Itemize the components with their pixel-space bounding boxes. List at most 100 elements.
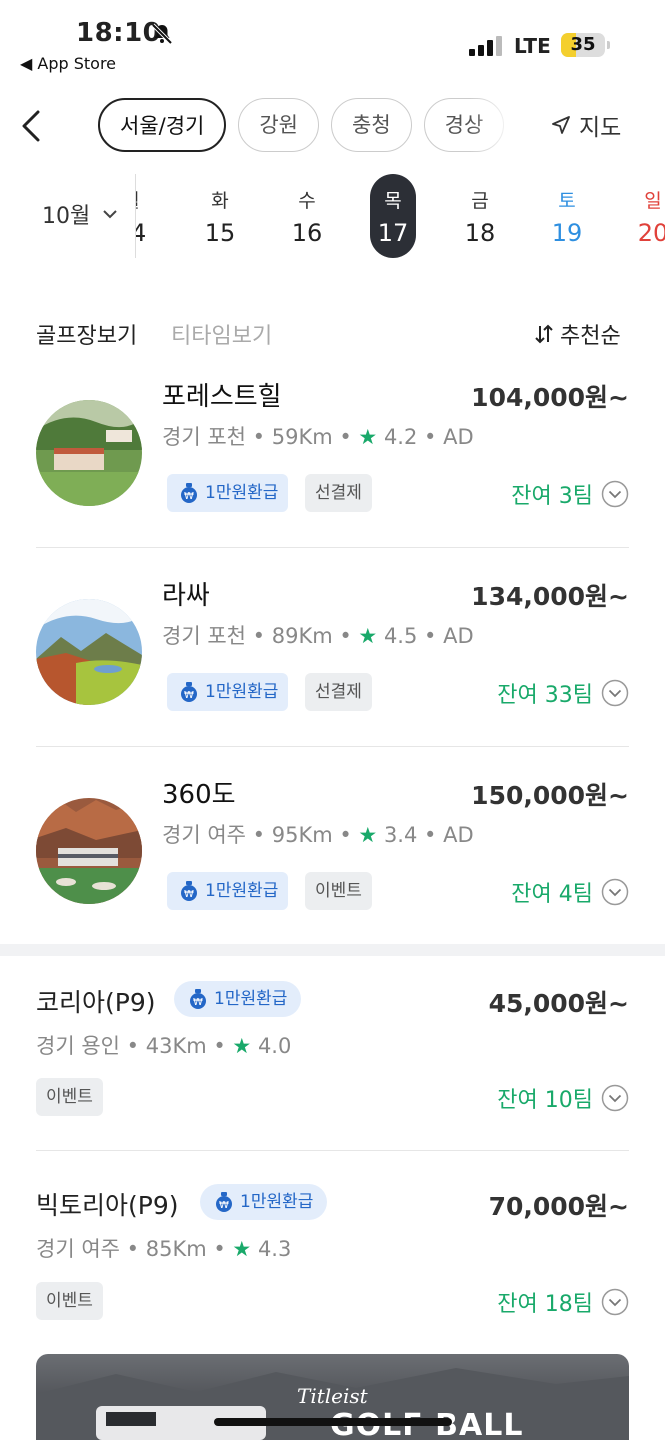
day-of-week: 일 xyxy=(644,190,662,212)
sort-label: 추천순 xyxy=(560,324,621,349)
date-item-sunday[interactable]: 일 20 xyxy=(630,174,665,258)
date-item[interactable]: 금 18 xyxy=(457,174,503,258)
banner-brand: Titleist xyxy=(297,1384,368,1408)
status-time: 18:10 xyxy=(76,18,162,48)
course-name: 라싸 xyxy=(162,581,210,611)
refund-badge: ₩ 1만원환급 xyxy=(167,872,289,910)
day-of-week: 화 xyxy=(211,190,229,212)
date-item-selected[interactable]: 목 17 xyxy=(370,174,416,258)
cellular-signal-icon xyxy=(469,36,502,56)
map-button[interactable]: 지도 xyxy=(551,108,621,142)
divider xyxy=(36,1150,629,1151)
date-item[interactable]: 화 15 xyxy=(197,174,243,258)
tag-badge: 선결제 xyxy=(305,673,372,711)
back-chevron-icon[interactable] xyxy=(18,106,48,146)
day-of-week: 토 xyxy=(558,190,576,212)
svg-text:₩: ₩ xyxy=(193,997,203,1008)
refund-badge: ₩ 1만원환급 xyxy=(200,1184,328,1220)
course-rating: 4.5 xyxy=(383,624,418,648)
divider xyxy=(36,746,629,747)
course-thumbnail xyxy=(36,599,142,705)
availability-label: 잔여 3팀 xyxy=(511,484,593,509)
sort-button[interactable]: 추천순 xyxy=(533,318,621,350)
availability-label: 잔여 33팀 xyxy=(497,683,593,708)
course-distance: 95Km xyxy=(271,823,333,847)
availability[interactable]: 잔여 10팀 xyxy=(497,1082,629,1114)
course-rating: 3.4 xyxy=(383,823,418,847)
coin-icon: ₩ xyxy=(181,682,197,702)
svg-text:₩: ₩ xyxy=(184,491,194,502)
tag-badge: 이벤트 xyxy=(305,872,372,910)
course-price: 70,000원~ xyxy=(488,1192,629,1221)
day-number: 17 xyxy=(377,219,409,247)
expand-chevron-icon xyxy=(601,878,629,906)
day-of-week: 수 xyxy=(298,190,316,212)
refund-badge: ₩ 1만원환급 xyxy=(167,673,289,711)
course-price: 150,000원~ xyxy=(471,781,629,810)
course-meta: 경기 용인 • 43Km • ★ 4.0 xyxy=(36,1034,292,1058)
course-price: 45,000원~ xyxy=(488,989,629,1018)
tab-golf-courses[interactable]: 골프장보기 xyxy=(36,318,137,350)
refund-badge: ₩ 1만원환급 xyxy=(174,981,302,1017)
course-rating: 4.2 xyxy=(383,425,418,449)
expand-chevron-icon xyxy=(601,1288,629,1316)
tab-tee-times[interactable]: 티타임보기 xyxy=(171,318,272,350)
expand-chevron-icon xyxy=(601,480,629,508)
svg-text:₩: ₩ xyxy=(219,1200,229,1211)
section-separator xyxy=(0,944,665,956)
day-number: 18 xyxy=(464,219,496,247)
date-item[interactable]: 수 16 xyxy=(284,174,330,258)
availability[interactable]: 잔여 3팀 xyxy=(511,478,629,510)
availability[interactable]: 잔여 18팀 xyxy=(497,1286,629,1318)
ad-label: AD xyxy=(443,624,474,648)
expand-chevron-icon xyxy=(601,679,629,707)
course-meta: 경기 포천 • 59Km • ★ 4.2 • AD xyxy=(162,425,474,449)
course-region: 경기 여주 xyxy=(36,1237,120,1261)
battery-icon: 35 xyxy=(561,33,611,57)
course-meta: 경기 여주 • 85Km • ★ 4.3 xyxy=(36,1237,292,1261)
region-chip-chungcheong[interactable]: 충청 xyxy=(331,98,412,152)
chevron-down-icon xyxy=(103,210,117,219)
refund-badge: ₩ 1만원환급 xyxy=(167,474,289,512)
availability-label: 잔여 18팀 xyxy=(497,1292,593,1317)
refund-label: 1만원환급 xyxy=(205,881,279,901)
coin-icon: ₩ xyxy=(216,1192,232,1212)
availability-label: 잔여 10팀 xyxy=(497,1088,593,1113)
month-selector[interactable]: 10월 xyxy=(42,198,118,230)
chips-fade-overlay xyxy=(470,98,530,154)
day-of-week: 목 xyxy=(384,190,402,212)
refund-label: 1만원환급 xyxy=(205,483,279,503)
course-region: 경기 포천 xyxy=(162,624,246,648)
map-label: 지도 xyxy=(579,115,622,141)
expand-chevron-icon xyxy=(601,1084,629,1112)
region-chip-gangwon[interactable]: 강원 xyxy=(238,98,319,152)
divider xyxy=(36,547,629,548)
availability[interactable]: 잔여 33팀 xyxy=(497,677,629,709)
course-region: 경기 여주 xyxy=(162,823,246,847)
date-item[interactable]: 월 14 xyxy=(136,174,154,258)
day-number: 20 xyxy=(637,219,665,247)
course-name: 빅토리아(P9) xyxy=(36,1191,179,1220)
course-name: 코리아(P9) xyxy=(36,988,156,1017)
course-price: 104,000원~ xyxy=(471,383,629,412)
svg-text:₩: ₩ xyxy=(184,889,194,900)
refund-label: 1만원환급 xyxy=(240,1192,314,1212)
svg-text:₩: ₩ xyxy=(184,690,194,701)
course-price: 134,000원~ xyxy=(471,582,629,611)
course-distance: 89Km xyxy=(271,624,333,648)
refund-label: 1만원환급 xyxy=(214,989,288,1009)
availability[interactable]: 잔여 4팀 xyxy=(511,876,629,908)
day-number: 19 xyxy=(551,219,583,247)
coin-icon: ₩ xyxy=(190,989,206,1009)
home-indicator xyxy=(214,1418,452,1426)
date-item-saturday[interactable]: 토 19 xyxy=(544,174,590,258)
tag-badge: 이벤트 xyxy=(36,1282,103,1320)
region-chip-seoul-gyeonggi[interactable]: 서울/경기 xyxy=(98,98,227,152)
back-to-app-store-link[interactable]: ◀ App Store xyxy=(20,54,116,73)
date-strip: 월 14 화 15 수 16 목 17 금 18 토 19 일 20 xyxy=(135,174,665,258)
bell-muted-icon xyxy=(151,23,173,45)
star-icon: ★ xyxy=(358,624,378,648)
ad-label: AD xyxy=(443,425,474,449)
coin-icon: ₩ xyxy=(181,483,197,503)
star-icon: ★ xyxy=(232,1034,252,1058)
